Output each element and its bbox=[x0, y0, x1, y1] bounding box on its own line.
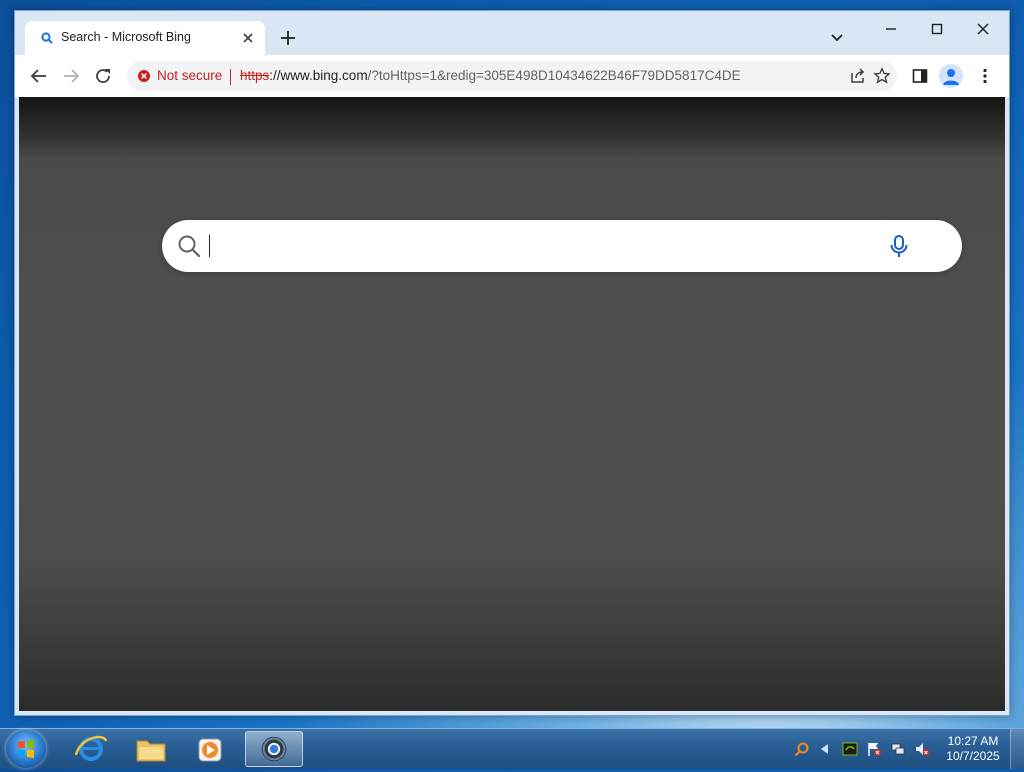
side-panel-icon[interactable] bbox=[910, 66, 930, 86]
tray-expand-icon[interactable] bbox=[818, 741, 834, 757]
url-host: ://www.bing.com bbox=[269, 68, 368, 83]
nvidia-icon[interactable] bbox=[842, 741, 858, 757]
forward-arrow-icon[interactable] bbox=[59, 64, 83, 88]
back-arrow-icon[interactable] bbox=[27, 64, 51, 88]
search-tray-icon[interactable] bbox=[794, 741, 810, 757]
close-tab-icon[interactable] bbox=[239, 29, 257, 47]
folder-icon bbox=[136, 740, 166, 762]
browser-toolbar: Not secure https://www.bing.com/?toHttps… bbox=[15, 55, 1009, 97]
browser-window: Search - Microsoft Bing Not secure https… bbox=[14, 10, 1010, 716]
url-text[interactable]: https://www.bing.com/?toHttps=1&redig=30… bbox=[240, 68, 741, 83]
security-separator bbox=[230, 69, 231, 85]
taskbar-internet-explorer[interactable] bbox=[62, 731, 120, 767]
windows-logo-icon bbox=[18, 740, 34, 758]
minimize-window-icon[interactable] bbox=[879, 17, 903, 41]
volume-muted-icon[interactable] bbox=[914, 741, 930, 757]
more-options-icon[interactable] bbox=[975, 66, 995, 86]
network-icon[interactable] bbox=[890, 741, 906, 757]
url-path: /?toHttps=1&redig=305E498D10434622B46F79… bbox=[367, 68, 741, 83]
taskbar-chrome-active[interactable] bbox=[245, 731, 303, 767]
not-secure-icon[interactable] bbox=[137, 69, 151, 83]
reload-icon[interactable] bbox=[91, 64, 115, 88]
clock-time: 10:27 AM bbox=[947, 734, 999, 748]
tab-title: Search - Microsoft Bing bbox=[61, 30, 191, 44]
search-favicon-icon bbox=[41, 32, 53, 44]
show-desktop-button[interactable] bbox=[1010, 729, 1024, 769]
profile-avatar[interactable] bbox=[939, 64, 963, 88]
media-player-icon bbox=[198, 738, 222, 762]
taskbar-file-explorer[interactable] bbox=[122, 731, 180, 767]
internet-explorer-icon bbox=[74, 735, 108, 761]
person-icon bbox=[943, 69, 959, 85]
new-tab-icon[interactable] bbox=[277, 27, 299, 49]
start-button[interactable] bbox=[6, 730, 46, 768]
maximize-window-icon[interactable] bbox=[925, 17, 949, 41]
system-clock[interactable]: 10:27 AM 10/7/2025 bbox=[938, 734, 1008, 764]
url-scheme: https bbox=[240, 68, 270, 83]
share-icon[interactable] bbox=[849, 67, 867, 85]
security-status-label[interactable]: Not secure bbox=[157, 68, 222, 83]
search-input[interactable] bbox=[208, 232, 872, 262]
clock-date: 10/7/2025 bbox=[946, 749, 1000, 763]
search-icon[interactable] bbox=[176, 233, 202, 259]
taskbar: 10:27 AM 10/7/2025 bbox=[0, 728, 1024, 769]
bookmark-star-icon[interactable] bbox=[873, 67, 891, 85]
bing-page bbox=[19, 97, 1005, 711]
action-center-flag-icon[interactable] bbox=[866, 741, 882, 757]
tab-bing-search[interactable]: Search - Microsoft Bing bbox=[25, 21, 265, 55]
text-caret bbox=[209, 235, 210, 257]
search-box[interactable] bbox=[162, 220, 962, 272]
address-bar[interactable]: Not secure https://www.bing.com/?toHttps… bbox=[127, 61, 897, 91]
tab-strip: Search - Microsoft Bing bbox=[15, 11, 1009, 55]
tab-search-chevron-down-icon[interactable] bbox=[827, 27, 847, 47]
chrome-icon bbox=[261, 736, 287, 762]
taskbar-media-player[interactable] bbox=[182, 731, 240, 767]
close-window-icon[interactable] bbox=[971, 17, 995, 41]
microphone-icon[interactable] bbox=[886, 233, 912, 259]
